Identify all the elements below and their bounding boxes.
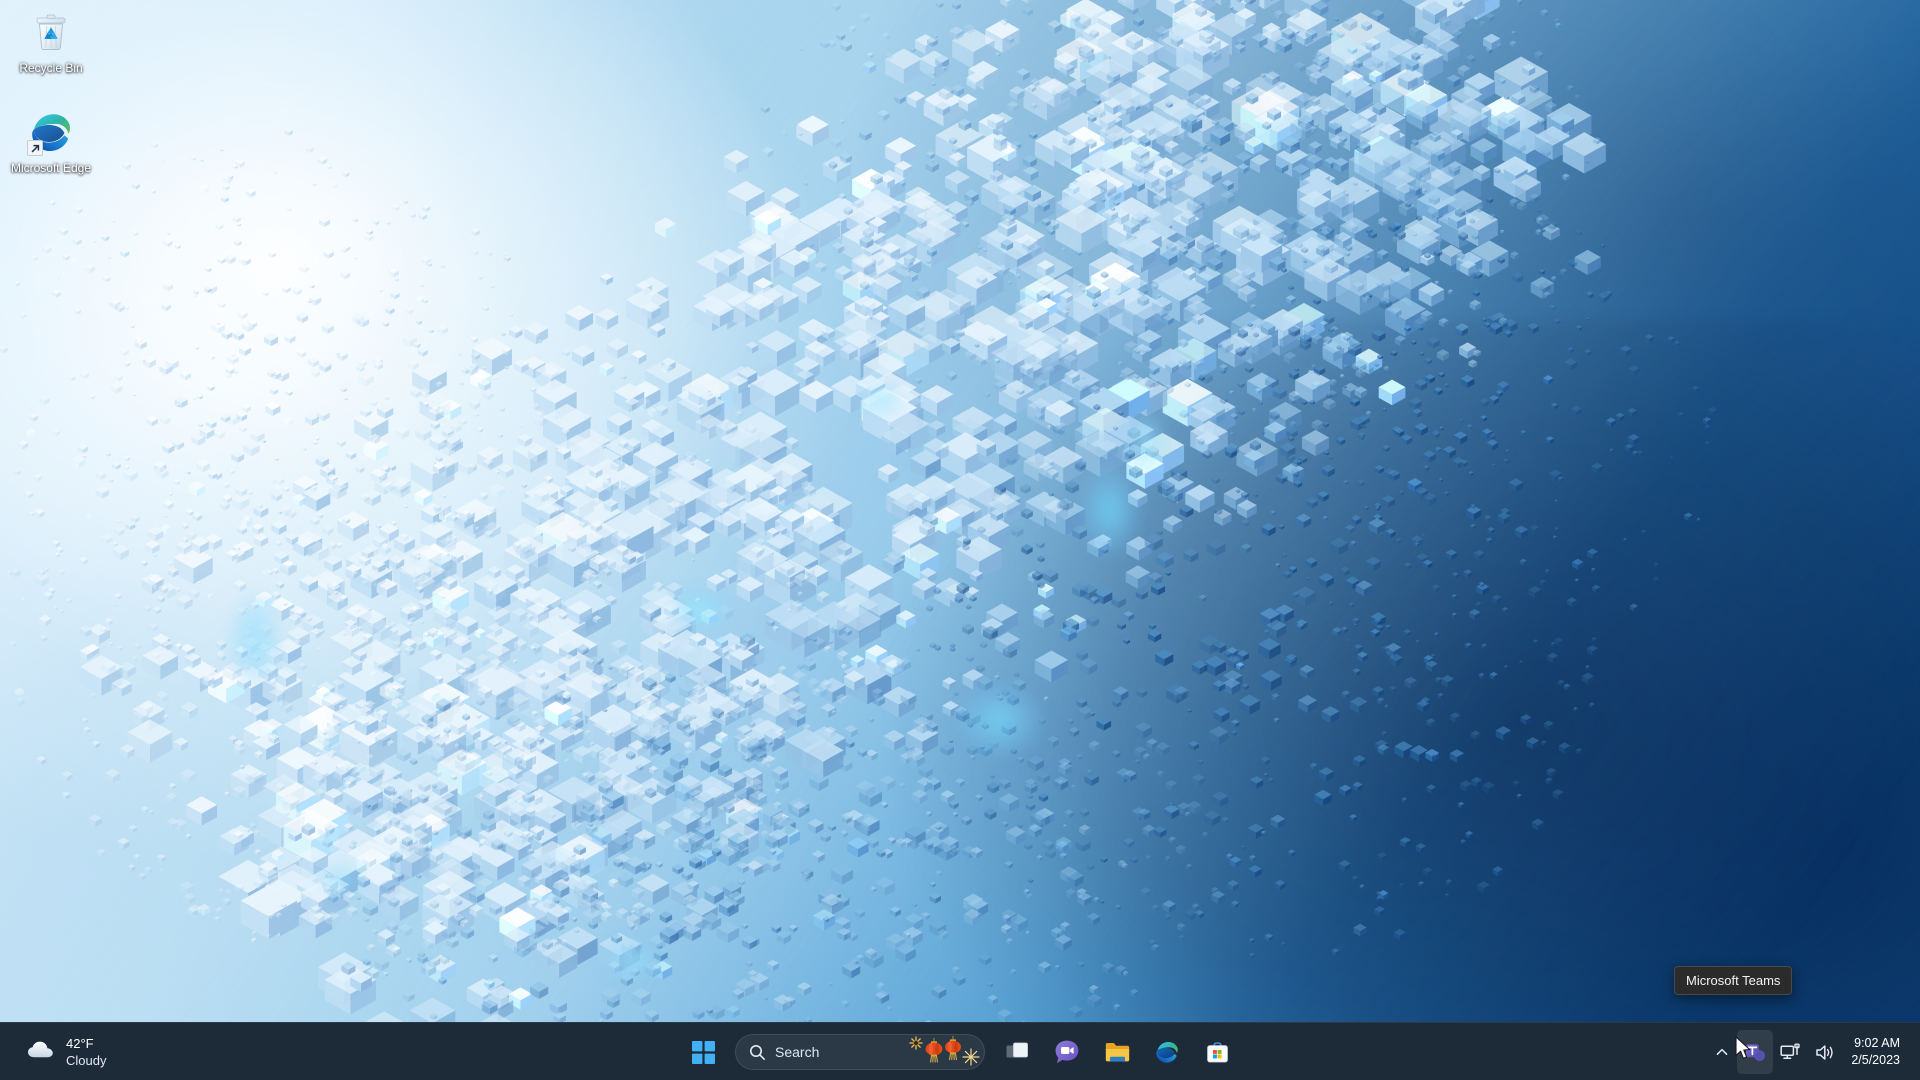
- taskbar-app-microsoft-store[interactable]: [1195, 1030, 1239, 1074]
- taskbar-center-cluster: Search: [681, 1023, 1239, 1080]
- chinese-new-year-lanterns-icon: [906, 1035, 980, 1069]
- windows-logo-icon: [691, 1040, 715, 1064]
- taskbar-app-microsoft-edge[interactable]: [1145, 1030, 1189, 1074]
- system-tray: 9:02 AM 2/5/2023: [1707, 1023, 1920, 1080]
- desktop-wallpaper: [0, 0, 1920, 1080]
- desktop-icon-recycle-bin[interactable]: Recycle Bin: [8, 8, 94, 75]
- desktop-icon-label: Microsoft Edge: [10, 161, 92, 175]
- search-icon: [750, 1044, 765, 1060]
- search-label: Search: [775, 1044, 820, 1060]
- speaker-icon: [1816, 1044, 1834, 1060]
- teams-chat-icon: [1055, 1040, 1079, 1064]
- weather-condition: Cloudy: [66, 1053, 107, 1068]
- chevron-up-icon: [1716, 1048, 1728, 1055]
- desktop-icon-microsoft-edge[interactable]: Microsoft Edge: [8, 108, 94, 175]
- tray-overflow-button[interactable]: [1707, 1030, 1737, 1074]
- network-icon: [1780, 1043, 1801, 1059]
- edge-icon: [1156, 1041, 1178, 1063]
- task-view-icon: [1006, 1042, 1028, 1057]
- recycle-bin-icon: [27, 8, 75, 56]
- clock-date: 2/5/2023: [1851, 1053, 1900, 1067]
- cloud-icon: [26, 1039, 56, 1066]
- search-box[interactable]: Search: [735, 1034, 985, 1070]
- microsoft-store-icon: [1206, 1041, 1228, 1062]
- start-button[interactable]: [681, 1030, 725, 1074]
- taskbar-app-file-explorer[interactable]: [1095, 1030, 1139, 1074]
- weather-text: 42°F Cloudy: [66, 1035, 106, 1069]
- taskbar-weather-widget[interactable]: 42°F Cloudy: [16, 1023, 116, 1080]
- tray-item-network[interactable]: [1773, 1030, 1808, 1074]
- clock-time: 9:02 AM: [1854, 1036, 1900, 1050]
- taskbar-clock[interactable]: 9:02 AM 2/5/2023: [1843, 1030, 1912, 1074]
- taskbar-app-microsoft-teams[interactable]: [1045, 1030, 1089, 1074]
- taskbar-tooltip: Microsoft Teams: [1674, 966, 1793, 995]
- edge-icon: [27, 108, 75, 156]
- tray-item-volume[interactable]: [1808, 1030, 1843, 1074]
- teams-tray-icon: [1746, 1044, 1766, 1061]
- taskbar-app-task-view[interactable]: [995, 1030, 1039, 1074]
- tooltip-text: Microsoft Teams: [1686, 973, 1781, 988]
- weather-temperature: 42°F: [66, 1036, 94, 1051]
- wallpaper-cube-field: [0, 0, 1920, 1080]
- tray-item-microsoft-teams[interactable]: [1737, 1030, 1774, 1074]
- desktop-icon-label: Recycle Bin: [19, 61, 83, 75]
- taskbar[interactable]: 42°F Cloudy Search 9:02 AM 2/5/2023: [0, 1022, 1920, 1080]
- shortcut-overlay-icon: [27, 140, 43, 156]
- desktop[interactable]: Recycle Bin Microsoft Edge Microsoft Tea…: [0, 0, 1920, 1080]
- file-explorer-icon: [1105, 1042, 1129, 1061]
